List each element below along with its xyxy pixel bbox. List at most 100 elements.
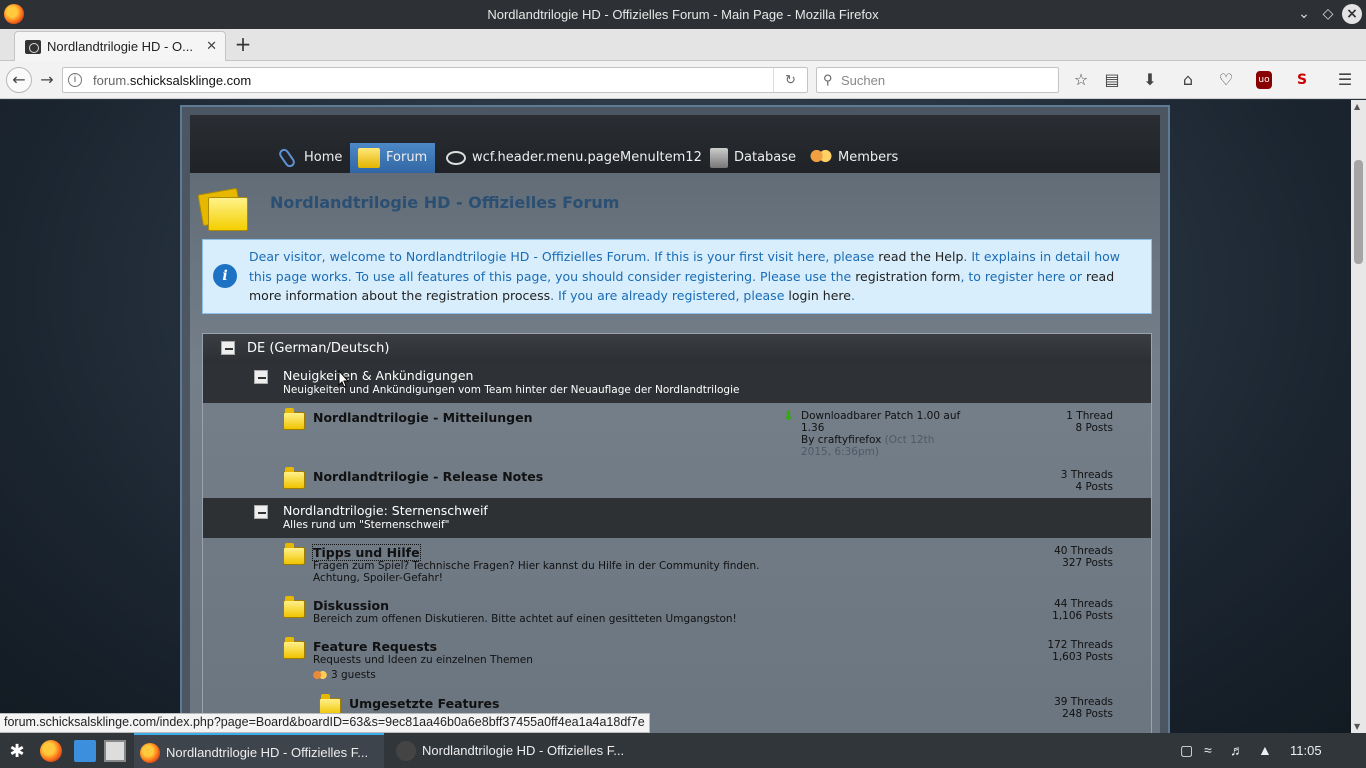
forum-folder-icon: [197, 187, 248, 231]
close-window-icon[interactable]: ×: [1342, 4, 1362, 24]
hamburger-menu-icon[interactable]: ☰: [1334, 69, 1356, 91]
tray-expand-icon[interactable]: ▲: [1258, 742, 1272, 758]
registration-form-link[interactable]: registration form: [855, 269, 960, 284]
tab-close-icon[interactable]: ✕: [206, 38, 217, 54]
board-folder-icon: [283, 596, 305, 618]
scrollbar-thumb[interactable]: [1354, 160, 1363, 264]
collapse-toggle-icon[interactable]: [254, 505, 268, 519]
home-icon[interactable]: ⌂: [1177, 69, 1199, 91]
collapse-toggle-icon[interactable]: [254, 370, 268, 384]
visitor-notice: i Dear visitor, welcome to Nordlandtrilo…: [202, 239, 1152, 314]
bookmark-star-icon[interactable]: ☆: [1070, 69, 1092, 91]
board-diskussion: Diskussion Bereich zum offenen Diskutier…: [203, 596, 1151, 636]
site-favicon-icon: [25, 40, 41, 54]
board-stats: 3 Threads 4 Posts: [1060, 469, 1113, 493]
go-to-last-post-icon[interactable]: ⬇: [783, 410, 794, 423]
tab-strip: Nordlandtrilogie HD - O... ✕ +: [0, 29, 1366, 61]
file-manager-icon[interactable]: [74, 740, 96, 762]
board-stats: 40 Threads 327 Posts: [1054, 545, 1113, 569]
maximize-icon[interactable]: ◇: [1318, 4, 1338, 24]
section-title[interactable]: Neuigkeiten & Ankündigungen: [283, 368, 473, 383]
back-arrow-icon[interactable]: ←: [6, 67, 32, 93]
clock[interactable]: 11:05: [1290, 743, 1322, 758]
window-title: Nordlandtrilogie HD - Offizielles Forum …: [487, 7, 879, 22]
scroll-down-icon[interactable]: ▼: [1354, 722, 1360, 731]
board-folder-icon: [283, 467, 305, 489]
board-folder-icon: [283, 637, 305, 659]
login-link[interactable]: login here: [788, 288, 851, 303]
section-description: Neuigkeiten und Ankündigungen vom Team h…: [283, 384, 740, 396]
board-title[interactable]: Umgesetzte Features: [349, 696, 499, 711]
forward-arrow-icon[interactable]: →: [36, 69, 58, 91]
board-mitteilungen: Nordlandtrilogie - Mitteilungen ⬇ Downlo…: [203, 408, 1151, 466]
category-header: DE (German/Deutsch): [203, 334, 1151, 363]
menu-forum[interactable]: Forum: [350, 143, 436, 173]
site-favicon-icon: [396, 741, 416, 761]
clipboard-icon[interactable]: ▢: [1180, 742, 1193, 759]
board-description: Fragen zum Spiel? Technische Fragen? Hie…: [313, 560, 760, 584]
menu-database[interactable]: Database: [702, 143, 804, 173]
page-viewport: Home Forum wcf.header.menu.pageMenuItem1…: [0, 100, 1351, 733]
terminal-icon[interactable]: [104, 740, 126, 762]
page-title: Nordlandtrilogie HD - Offizielles Forum: [270, 193, 620, 212]
forum-frame: Home Forum wcf.header.menu.pageMenuItem1…: [180, 105, 1170, 733]
menu-page-item-12[interactable]: wcf.header.menu.pageMenuItem12: [438, 143, 710, 173]
search-placeholder: Suchen: [841, 73, 886, 88]
board-stats: 39 Threads 248 Posts: [1054, 696, 1113, 720]
board-folder-icon: [283, 543, 305, 565]
page-scrollbar[interactable]: ▲ ▼: [1351, 100, 1366, 733]
wifi-icon[interactable]: ≈: [1204, 742, 1212, 758]
folder-icon: [358, 147, 380, 168]
last-post-author[interactable]: By craftyfirefox: [801, 434, 881, 446]
volume-icon[interactable]: ♬: [1230, 742, 1244, 758]
url-text: forum.schicksalsklinge.com: [93, 73, 252, 88]
category-title[interactable]: DE (German/Deutsch): [247, 341, 389, 356]
downloads-icon[interactable]: ⬇: [1139, 69, 1161, 91]
forum-content: Home Forum wcf.header.menu.pageMenuItem1…: [190, 115, 1160, 733]
task-firefox-2[interactable]: Nordlandtrilogie HD - Offizielles F...: [390, 733, 640, 768]
section-description: Alles rund um "Sternenschweif": [283, 519, 450, 531]
board-tipps-und-hilfe: Tipps und Hilfe Fragen zum Spiel? Techni…: [203, 543, 1151, 595]
board-title[interactable]: Nordlandtrilogie - Mitteilungen: [313, 410, 532, 425]
reload-icon[interactable]: ↻: [773, 68, 807, 92]
status-link-url: forum.schicksalsklinge.com/index.php?pag…: [0, 713, 650, 733]
taskbar: ✱ Nordlandtrilogie HD - Offizielles F...…: [0, 733, 1366, 768]
new-tab-icon[interactable]: +: [232, 33, 254, 55]
notice-text: Dear visitor, welcome to Nordlandtrilogi…: [249, 249, 1120, 303]
firefox-icon: [140, 743, 160, 763]
tab-forum[interactable]: Nordlandtrilogie HD - O... ✕: [14, 31, 226, 61]
board-release-notes: Nordlandtrilogie - Release Notes 3 Threa…: [203, 467, 1151, 497]
board-description: Requests und Ideen zu einzelnen Themen: [313, 654, 533, 666]
help-link[interactable]: read the Help: [878, 249, 963, 264]
board-title[interactable]: Diskussion: [313, 598, 389, 613]
search-icon: ⚲: [823, 72, 833, 87]
task-firefox-1[interactable]: Nordlandtrilogie HD - Offizielles F...: [134, 733, 384, 768]
board-feature-requests: Feature Requests Requests und Ideen zu e…: [203, 637, 1151, 691]
ublock-icon[interactable]: uo: [1256, 71, 1272, 89]
board-title[interactable]: Tipps und Hilfe: [312, 544, 421, 561]
kde-launcher-icon[interactable]: ✱: [6, 740, 28, 762]
menu-members[interactable]: Members: [802, 143, 906, 173]
info-icon: i: [213, 264, 237, 288]
site-info-icon[interactable]: i: [68, 73, 82, 87]
section-title[interactable]: Nordlandtrilogie: Sternenschweif: [283, 503, 488, 518]
users-icon: [313, 670, 327, 680]
last-post-title[interactable]: Downloadbarer Patch 1.00 auf 1.36: [801, 410, 960, 434]
collapse-toggle-icon[interactable]: [221, 341, 235, 355]
database-icon: [710, 147, 728, 168]
board-stats: 44 Threads 1,106 Posts: [1052, 598, 1113, 622]
menu-home[interactable]: Home: [268, 143, 350, 173]
board-stats: 172 Threads 1,603 Posts: [1047, 639, 1113, 663]
board-title[interactable]: Nordlandtrilogie - Release Notes: [313, 469, 543, 484]
firefox-launcher-icon[interactable]: [40, 740, 62, 762]
search-input[interactable]: ⚲ Suchen: [816, 67, 1059, 93]
reading-list-icon[interactable]: ▤: [1101, 69, 1123, 91]
tab-label: Nordlandtrilogie HD - O...: [47, 39, 193, 54]
extension-icon[interactable]: S: [1291, 69, 1313, 91]
scroll-up-icon[interactable]: ▲: [1354, 102, 1360, 111]
minimize-icon[interactable]: ⌄: [1294, 4, 1314, 24]
guests-online: 3 guests: [313, 669, 376, 681]
url-bar[interactable]: i forum.schicksalsklinge.com ↻: [62, 67, 808, 93]
pocket-icon[interactable]: ♡: [1215, 69, 1237, 91]
board-title[interactable]: Feature Requests: [313, 639, 437, 654]
